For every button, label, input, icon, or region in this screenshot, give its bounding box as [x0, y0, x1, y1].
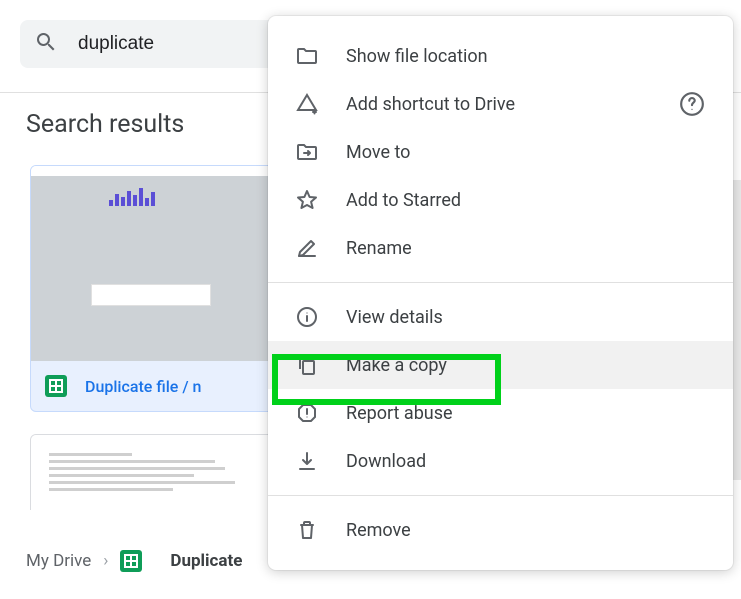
menu-move-to[interactable]: Move to: [268, 128, 733, 176]
menu-label: Add to Starred: [346, 190, 461, 211]
menu-label: Rename: [346, 238, 412, 259]
menu-add-shortcut[interactable]: Add shortcut to Drive: [268, 80, 733, 128]
menu-label: View details: [346, 307, 443, 328]
menu-report-abuse[interactable]: Report abuse: [268, 389, 733, 437]
menu-rename[interactable]: Rename: [268, 224, 733, 272]
file-thumbnail: [31, 435, 274, 510]
file-card[interactable]: Duplicate file / n: [30, 165, 275, 412]
file-thumbnail: [31, 166, 274, 361]
search-input[interactable]: [78, 33, 278, 55]
menu-label: Remove: [346, 520, 411, 541]
folder-icon: [294, 43, 320, 69]
menu-show-file-location[interactable]: Show file location: [268, 32, 733, 80]
search-results-heading: Search results: [26, 110, 184, 139]
drive-shortcut-icon: [294, 91, 320, 117]
help-icon[interactable]: [679, 91, 705, 117]
report-icon: [294, 400, 320, 426]
menu-label: Move to: [346, 142, 410, 163]
file-row: Duplicate file / n: [31, 361, 274, 411]
search-icon: [34, 30, 58, 58]
breadcrumb: My Drive › Duplicate: [26, 550, 242, 572]
file-card[interactable]: [30, 434, 275, 510]
menu-make-a-copy[interactable]: Make a copy: [268, 341, 733, 389]
menu-label: Add shortcut to Drive: [346, 94, 515, 115]
menu-separator: [268, 495, 733, 496]
chevron-right-icon: ›: [103, 551, 108, 571]
context-menu: Show file location Add shortcut to Drive…: [268, 16, 733, 570]
info-icon: [294, 304, 320, 330]
menu-view-details[interactable]: View details: [268, 293, 733, 341]
menu-add-starred[interactable]: Add to Starred: [268, 176, 733, 224]
menu-label: Report abuse: [346, 403, 453, 424]
menu-label: Download: [346, 451, 426, 472]
move-folder-icon: [294, 139, 320, 165]
sheets-icon: [120, 550, 142, 572]
copy-icon: [294, 352, 320, 378]
sheet-icon: [91, 284, 211, 306]
pencil-icon: [294, 235, 320, 261]
document-icon: [49, 453, 256, 495]
breadcrumb-root[interactable]: My Drive: [26, 551, 91, 571]
menu-label: Make a copy: [346, 355, 447, 376]
download-icon: [294, 448, 320, 474]
menu-separator: [268, 282, 733, 283]
chart-icon: [109, 188, 155, 206]
star-icon: [294, 187, 320, 213]
menu-remove[interactable]: Remove: [268, 506, 733, 554]
breadcrumb-current[interactable]: Duplicate: [120, 550, 242, 572]
menu-label: Show file location: [346, 46, 488, 67]
menu-download[interactable]: Download: [268, 437, 733, 485]
trash-icon: [294, 517, 320, 543]
file-name: Duplicate file / n: [85, 377, 201, 396]
sheets-icon: [45, 375, 67, 397]
